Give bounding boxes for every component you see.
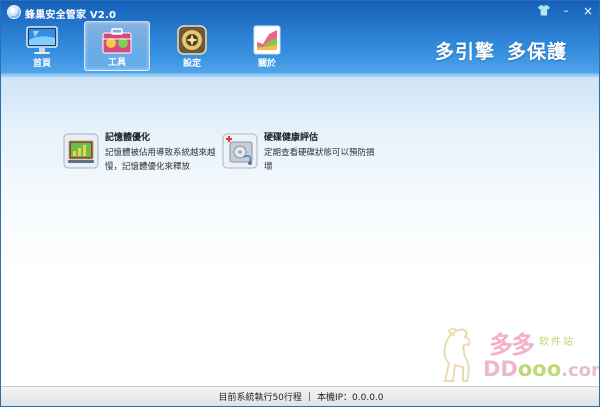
- nav-label-about: 關於: [257, 59, 276, 69]
- app-window: 蜂巢安全管家 V2.0 👕 – × 首頁 工具 設定 關於 多引擎 多保護 記憶…: [0, 0, 600, 407]
- close-button[interactable]: ×: [579, 3, 597, 19]
- window-controls: 👕 – ×: [535, 3, 597, 21]
- tool-disk-text: 硬碟健康評估 定期查看硬碟狀態可以預防損壞: [264, 133, 382, 174]
- disk-health-icon: [222, 133, 258, 169]
- nav-item-home[interactable]: 首頁: [9, 21, 75, 71]
- slogan: 多引擎 多保護: [435, 37, 567, 64]
- tool-title: 記憶體優化: [105, 133, 151, 143]
- main-nav: 首頁 工具 設定 關於: [9, 21, 300, 73]
- skin-button[interactable]: 👕: [535, 3, 553, 19]
- monitor-icon: [26, 26, 58, 54]
- status-ip: 本機IP：0.0.0.0: [316, 393, 384, 403]
- header: 蜂巢安全管家 V2.0 👕 – × 首頁 工具 設定 關於 多引擎 多保護: [1, 1, 599, 77]
- minimize-button[interactable]: –: [557, 3, 575, 19]
- tools-panel: 記憶體優化 記憶體被佔用導致系統越來越慢，記憶體優化來釋放 硬碟健康評估 定期查…: [1, 77, 599, 389]
- watermark-en: DDooo.com: [483, 357, 599, 381]
- tool-disk-health[interactable]: 硬碟健康評估 定期查看硬碟狀態可以預防損壞: [222, 133, 382, 174]
- app-logo-icon: [7, 5, 21, 19]
- watermark-en-a: DD: [483, 357, 518, 381]
- nav-item-about[interactable]: 關於: [234, 21, 300, 71]
- app-title: 蜂巢安全管家 V2.0: [25, 10, 117, 21]
- nav-label-settings: 設定: [182, 59, 201, 69]
- status-separator: |: [307, 391, 311, 402]
- watermark-en-c: .com: [561, 360, 599, 381]
- toolbox-icon: [102, 28, 132, 54]
- nav-label-home: 首頁: [32, 59, 51, 69]
- tool-memory-optimize[interactable]: 記憶體優化 記憶體被佔用導致系統越來越慢，記憶體優化來釋放: [63, 133, 223, 174]
- chart-icon: [253, 25, 281, 55]
- tool-description: 定期查看硬碟狀態可以預防損壞: [264, 148, 375, 172]
- nav-item-tools[interactable]: 工具: [84, 21, 150, 71]
- watermark-cn: 多多: [489, 330, 535, 359]
- horse-logo-icon: [443, 328, 471, 382]
- nav-label-tools: 工具: [107, 58, 126, 68]
- tool-title: 硬碟健康評估: [264, 133, 319, 143]
- tool-description: 記憶體被佔用導致系統越來越慢，記憶體優化來釋放: [105, 148, 216, 172]
- tool-memory-text: 記憶體優化 記憶體被佔用導致系統越來越慢，記憶體優化來釋放: [105, 133, 223, 174]
- watermark: 多多 软件站 DDooo.com: [433, 319, 599, 389]
- title-bar: 蜂巢安全管家 V2.0 👕 – ×: [1, 1, 599, 23]
- watermark-en-b: ooo: [517, 357, 562, 381]
- settings-icon: [177, 25, 207, 55]
- slogan-part-2: 多保護: [506, 41, 567, 63]
- status-processes: 目前系統執行50行程: [218, 393, 302, 403]
- watermark-cn-small: 软件站: [539, 337, 575, 348]
- slogan-part-1: 多引擎: [434, 41, 495, 63]
- status-bar: 目前系統執行50行程 | 本機IP：0.0.0.0: [1, 386, 599, 406]
- memory-optimize-icon: [63, 133, 99, 169]
- nav-item-settings[interactable]: 設定: [159, 21, 225, 71]
